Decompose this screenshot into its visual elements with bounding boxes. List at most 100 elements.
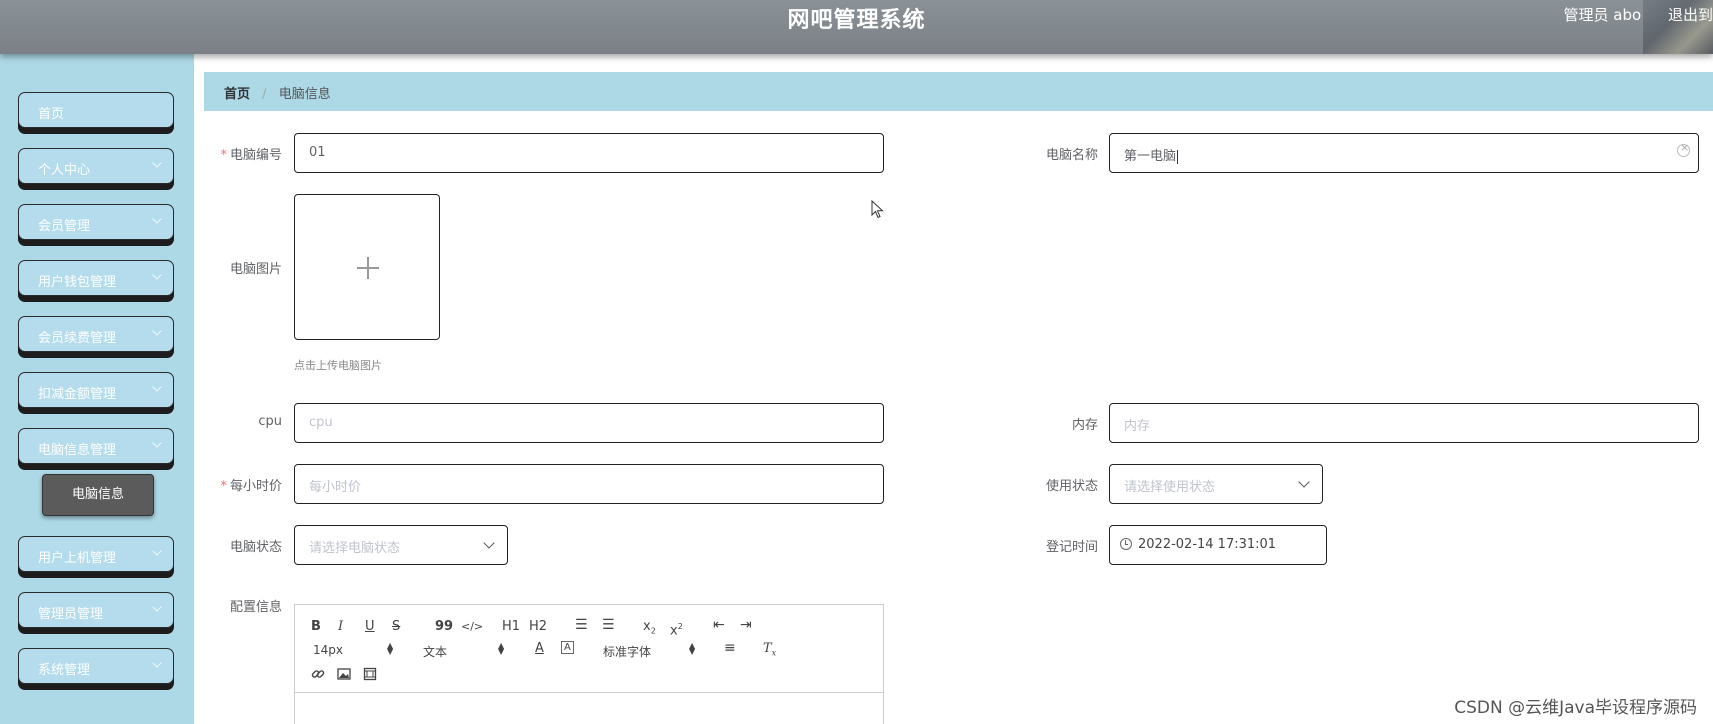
font-color-icon[interactable]: A	[535, 641, 544, 657]
computer-status-placeholder: 请选择电脑状态	[309, 541, 401, 556]
register-time-picker[interactable]: 2022-02-14 17:31:01	[1109, 525, 1327, 565]
sidebar-item-home[interactable]: 首页	[18, 92, 174, 128]
computer-status-label: 电脑状态	[229, 540, 282, 555]
breadcrumb-current: 电脑信息	[278, 87, 331, 102]
plus-icon	[357, 257, 379, 279]
text-style-arrows-icon: ▲ ▼	[498, 641, 505, 656]
computer-image-label: 电脑图片	[229, 262, 282, 277]
bg-color-icon[interactable]: A	[561, 641, 574, 654]
sidebar-item-system-management[interactable]: 系统管理	[18, 648, 174, 684]
clear-format-icon[interactable]: Tx	[763, 641, 776, 662]
usage-status-select[interactable]: 请选择使用状态	[1109, 464, 1323, 504]
chevron-down-icon	[152, 658, 162, 668]
upload-hint: 点击上传电脑图片	[294, 359, 382, 372]
bold-button[interactable]: B	[311, 619, 321, 635]
chevron-down-icon	[1298, 476, 1310, 488]
quote-button[interactable]: 99	[435, 619, 453, 635]
breadcrumb: 首页 / 电脑信息	[204, 72, 1713, 111]
ordered-list-icon[interactable]: ☰	[575, 617, 588, 633]
chevron-down-icon	[152, 326, 162, 336]
sidebar-item-label: 系统管理	[38, 663, 91, 678]
computer-name-input[interactable]: 第一电脑	[1109, 133, 1699, 173]
sidebar-item-label: 管理员管理	[38, 607, 104, 622]
clock-icon	[1120, 537, 1132, 550]
chevron-down-icon	[152, 270, 162, 280]
sidebar-item-label: 电脑信息管理	[38, 443, 117, 458]
sidebar-item-wallet-management[interactable]: 用户钱包管理	[18, 260, 174, 296]
align-left-icon[interactable]: ≡	[724, 640, 736, 656]
h1-button[interactable]: H1	[502, 619, 520, 635]
font-size-select[interactable]: 14px	[313, 643, 343, 657]
memory-input[interactable]: 内存	[1109, 403, 1699, 443]
required-mark: *	[220, 479, 227, 494]
sidebar-item-admin-management[interactable]: 管理员管理	[18, 592, 174, 628]
link-icon[interactable]	[311, 667, 325, 681]
image-icon[interactable]	[337, 667, 351, 681]
superscript-icon[interactable]: x2	[670, 619, 683, 639]
cpu-input[interactable]: cpu	[294, 403, 884, 443]
hourly-price-label: * 每小时价	[220, 479, 282, 494]
indent-icon[interactable]: ⇥	[740, 617, 752, 633]
chevron-down-icon	[152, 158, 162, 168]
sidebar-item-computer-management[interactable]: 电脑信息管理	[18, 428, 174, 464]
sidebar-subitem-computer-info[interactable]: 电脑信息	[42, 474, 154, 516]
editor-toolbar: B I U S 99 </> H1 H2 ☰ ☰ x2 x2 ⇤ ⇥ 14px …	[295, 605, 883, 693]
computer-name-value: 第一电脑	[1124, 149, 1177, 164]
breadcrumb-separator: /	[262, 87, 267, 102]
font-family-select[interactable]: 标准字体	[603, 643, 651, 660]
rich-text-editor: B I U S 99 </> H1 H2 ☰ ☰ x2 x2 ⇤ ⇥ 14px …	[294, 604, 884, 724]
chevron-down-icon	[152, 214, 162, 224]
usage-status-label: 使用状态	[1045, 479, 1098, 494]
header-user-area: 管理员 abo 退出到	[1564, 4, 1713, 25]
computer-no-input[interactable]: 01	[294, 133, 884, 173]
sidebar-item-label: 会员管理	[38, 219, 91, 234]
sidebar-item-label: 用户上机管理	[38, 551, 117, 566]
computer-name-label: 电脑名称	[1045, 148, 1098, 163]
usage-status-placeholder: 请选择使用状态	[1124, 480, 1216, 495]
video-icon[interactable]	[363, 667, 377, 681]
app-title: 网吧管理系统	[787, 8, 926, 33]
sidebar-item-label: 扣减金额管理	[38, 387, 117, 402]
subscript-icon[interactable]: x2	[643, 619, 656, 640]
register-time-label: 登记时间	[1045, 540, 1098, 555]
computer-status-select[interactable]: 请选择电脑状态	[294, 525, 508, 565]
user-label: 管理员 abo	[1563, 6, 1642, 24]
sidebar-item-label: 会员续费管理	[38, 331, 117, 346]
memory-label: 内存	[1071, 418, 1098, 433]
logout-link[interactable]: 退出到	[1668, 6, 1713, 24]
sidebar-item-personal-center[interactable]: 个人中心	[18, 148, 174, 184]
cpu-label: cpu	[258, 414, 282, 429]
computer-no-label: * 电脑编号	[220, 148, 282, 163]
sidebar-item-renewal-management[interactable]: 会员续费管理	[18, 316, 174, 352]
underline-button[interactable]: U	[365, 619, 375, 635]
bullet-list-icon[interactable]: ☰	[602, 617, 615, 633]
outdent-icon[interactable]: ⇤	[713, 617, 725, 633]
hourly-price-input[interactable]: 每小时价	[294, 464, 884, 504]
sidebar-item-member-management[interactable]: 会员管理	[18, 204, 174, 240]
chevron-down-icon	[152, 382, 162, 392]
chevron-down-icon	[152, 546, 162, 556]
h2-button[interactable]: H2	[529, 619, 547, 635]
code-button[interactable]: </>	[461, 619, 483, 635]
strike-button[interactable]: S	[392, 619, 400, 635]
breadcrumb-home[interactable]: 首页	[224, 87, 250, 102]
mouse-cursor-icon	[871, 200, 884, 219]
font-size-arrows-icon: ▲ ▼	[387, 641, 394, 656]
chevron-down-icon	[152, 602, 162, 612]
watermark-text: CSDN @云维Java毕设程序源码	[1454, 698, 1697, 718]
required-mark: *	[220, 148, 227, 163]
sidebar: 首页 个人中心 会员管理 用户钱包管理 会员续费管理 扣减金额管理 电脑信息管理…	[0, 54, 194, 724]
image-upload-box[interactable]	[294, 194, 440, 340]
italic-button[interactable]: I	[338, 619, 343, 635]
sidebar-item-usage-management[interactable]: 用户上机管理	[18, 536, 174, 572]
sidebar-item-label: 用户钱包管理	[38, 275, 117, 290]
text-style-select[interactable]: 文本	[423, 643, 447, 660]
register-time-value: 2022-02-14 17:31:01	[1138, 537, 1277, 552]
sidebar-item-label: 个人中心	[38, 163, 91, 178]
top-bar: 网吧管理系统 管理员 abo 退出到	[0, 0, 1713, 54]
clear-icon[interactable]	[1677, 141, 1690, 157]
text-caret	[1177, 149, 1179, 164]
config-info-label: 配置信息	[229, 600, 282, 615]
sidebar-item-deduction-management[interactable]: 扣减金额管理	[18, 372, 174, 408]
editor-content-area[interactable]	[295, 693, 883, 724]
